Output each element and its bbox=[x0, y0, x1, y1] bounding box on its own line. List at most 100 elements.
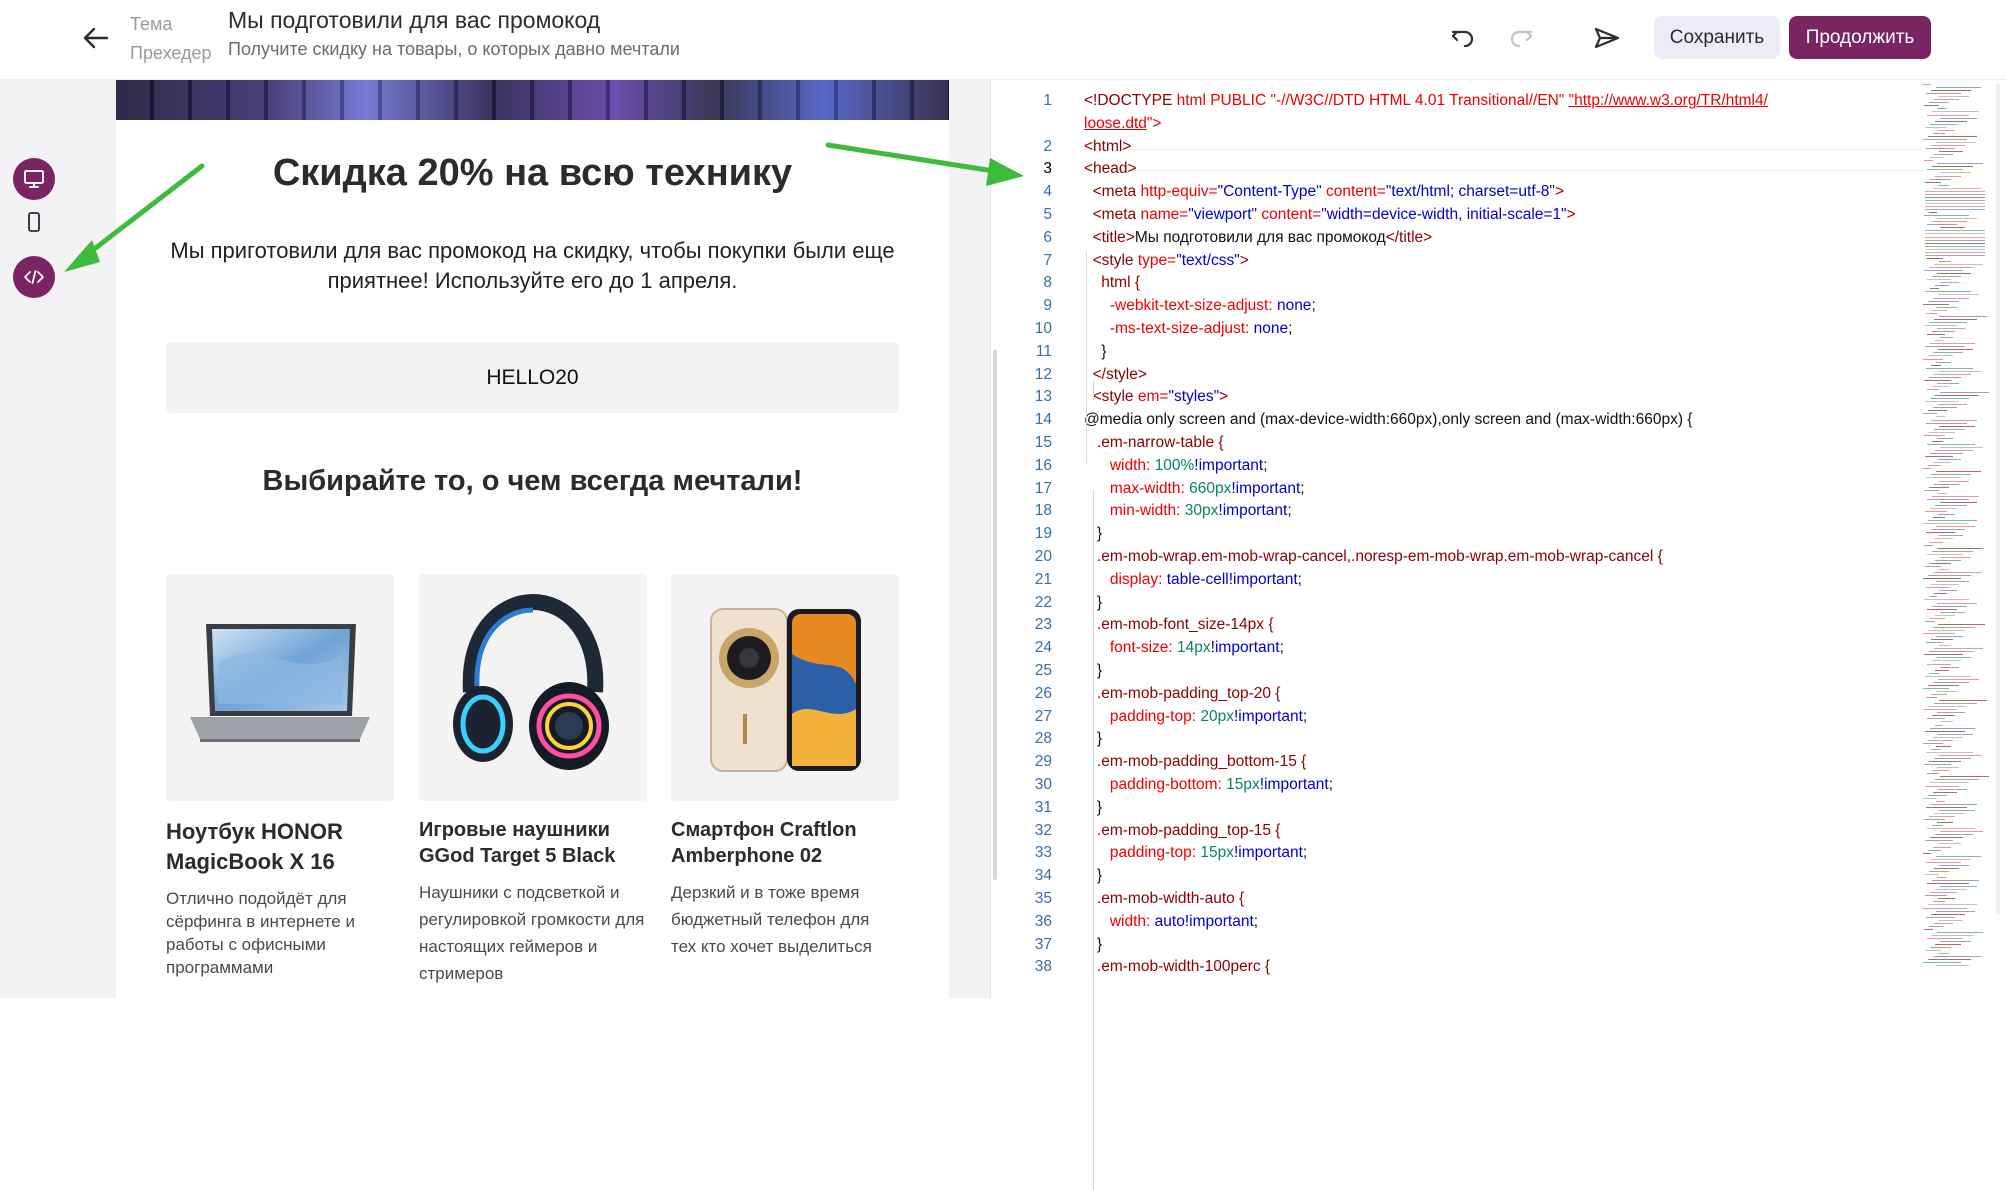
code-line[interactable]: width: auto!important; bbox=[1084, 913, 1258, 931]
code-minimap[interactable] bbox=[1923, 80, 1993, 970]
minimap-line bbox=[1930, 507, 1957, 509]
minimap-line bbox=[1934, 758, 1971, 760]
code-line[interactable]: -ms-text-size-adjust: none; bbox=[1084, 320, 1293, 338]
continue-button[interactable]: Продолжить bbox=[1789, 16, 1931, 59]
back-arrow-icon[interactable] bbox=[78, 20, 114, 56]
code-line[interactable]: } bbox=[1084, 343, 1106, 361]
smartphone-image bbox=[671, 574, 899, 801]
mobile-icon bbox=[28, 212, 40, 232]
minimap-line bbox=[1938, 459, 1961, 461]
minimap-line bbox=[1932, 495, 1979, 497]
code-line[interactable]: display: table-cell!important; bbox=[1084, 571, 1302, 589]
code-line[interactable]: loose.dtd"> bbox=[1084, 115, 1161, 133]
desktop-view-button[interactable] bbox=[13, 158, 55, 200]
minimap-line bbox=[1937, 437, 1953, 439]
html-code-editor[interactable]: 1 <!DOCTYPE html PUBLIC "-//W3C//DTD HTML… bbox=[1000, 80, 1920, 1190]
redo-icon[interactable] bbox=[1500, 20, 1540, 56]
panel-divider[interactable] bbox=[990, 80, 991, 998]
minimap-line bbox=[1936, 800, 1945, 802]
minimap-line bbox=[1932, 880, 1979, 882]
minimap-line bbox=[1925, 291, 1971, 293]
line-number: 5 bbox=[1043, 206, 1052, 223]
code-line[interactable]: .em-mob-width-auto { bbox=[1084, 890, 1244, 908]
minimap-line bbox=[1923, 523, 1967, 525]
code-line[interactable]: min-width: 30px!important; bbox=[1084, 502, 1292, 520]
line-number: 20 bbox=[1034, 548, 1052, 565]
minimap-line bbox=[1937, 273, 1971, 275]
line-number: 31 bbox=[1034, 798, 1052, 816]
minimap-line bbox=[1939, 755, 1981, 756]
line-number: 26 bbox=[1034, 684, 1052, 702]
minimap-line bbox=[1928, 465, 1941, 467]
minimap-line bbox=[1928, 629, 1965, 631]
code-view-button[interactable] bbox=[13, 256, 55, 298]
code-line[interactable]: padding-top: 20px!important; bbox=[1084, 708, 1307, 726]
editor-scrollbar[interactable] bbox=[1996, 84, 2000, 914]
minimap-line bbox=[1926, 477, 1961, 479]
code-line[interactable]: <style em="styles"> bbox=[1084, 388, 1229, 406]
code-line[interactable]: .em-mob-width-100perc { bbox=[1084, 958, 1270, 976]
minimap-line bbox=[1932, 715, 1955, 717]
minimap-line bbox=[1927, 553, 1963, 555]
minimap-line bbox=[1932, 934, 1973, 936]
code-line[interactable]: padding-bottom: 15px!important; bbox=[1084, 776, 1333, 794]
minimap-line bbox=[1927, 279, 1951, 281]
minimap-line bbox=[1937, 657, 1971, 659]
minimap-line bbox=[1935, 120, 1967, 122]
minimap-line bbox=[1936, 965, 1969, 967]
code-line[interactable]: <style type="text/css"> bbox=[1084, 252, 1249, 270]
code-line[interactable]: .em-narrow-table { bbox=[1084, 434, 1224, 452]
line-number: 34 bbox=[1034, 867, 1052, 885]
code-line[interactable]: @media only screen and (max-device-width… bbox=[1084, 411, 1692, 429]
minimap-line bbox=[1931, 90, 1971, 92]
code-line[interactable]: .em-mob-padding_top-15 { bbox=[1084, 822, 1281, 840]
minimap-line bbox=[1924, 654, 1963, 656]
code-line[interactable]: font-size: 14px!important; bbox=[1084, 639, 1284, 657]
minimap-line bbox=[1923, 468, 1931, 470]
minimap-line bbox=[1933, 407, 1957, 409]
code-line[interactable]: <meta name="viewport" content="width=dev… bbox=[1084, 206, 1576, 224]
code-line[interactable]: .em-mob-padding_top-20 { bbox=[1084, 685, 1281, 703]
code-line[interactable]: padding-top: 15px!important; bbox=[1084, 844, 1307, 862]
minimap-line bbox=[1929, 541, 1943, 543]
preview-scrollbar[interactable] bbox=[993, 350, 997, 880]
save-button[interactable]: Сохранить bbox=[1654, 16, 1780, 59]
line-number: 24 bbox=[1034, 639, 1052, 657]
minimap-line bbox=[1927, 773, 1939, 775]
subject-value[interactable]: Мы подготовили для вас промокод bbox=[228, 6, 680, 35]
minimap-line bbox=[1925, 239, 1985, 241]
mobile-view-button[interactable] bbox=[13, 201, 55, 243]
minimap-line bbox=[1939, 260, 1951, 262]
minimap-line bbox=[1934, 922, 1953, 924]
minimap-line bbox=[1923, 303, 1949, 305]
minimap-line bbox=[1925, 251, 1985, 253]
code-icon bbox=[24, 270, 44, 284]
minimap-line bbox=[1923, 578, 1961, 580]
code-line[interactable]: <meta http-equiv="Content-Type" content=… bbox=[1084, 183, 1564, 201]
minimap-line bbox=[1930, 617, 1945, 619]
line-number: 6 bbox=[1043, 228, 1052, 246]
minimap-line bbox=[1935, 285, 1949, 287]
code-line[interactable]: <title>Мы подготовили для вас промокод</… bbox=[1084, 229, 1433, 247]
code-line[interactable]: <html> bbox=[1084, 138, 1131, 156]
code-line[interactable]: .em-mob-font_size-14px { bbox=[1084, 616, 1274, 634]
code-line[interactable]: .em-mob-padding_bottom-15 { bbox=[1084, 753, 1306, 771]
send-test-icon[interactable] bbox=[1587, 20, 1627, 56]
code-line[interactable]: width: 100%!important; bbox=[1084, 457, 1268, 475]
undo-icon[interactable] bbox=[1444, 20, 1484, 56]
minimap-line bbox=[1929, 651, 1973, 653]
minimap-line bbox=[1933, 187, 1981, 189]
code-line[interactable]: <head> bbox=[1084, 160, 1137, 178]
code-line[interactable]: -webkit-text-size-adjust: none; bbox=[1084, 297, 1316, 315]
code-line[interactable]: <!DOCTYPE html PUBLIC "-//W3C//DTD HTML … bbox=[1084, 92, 1768, 110]
line-number: 27 bbox=[1034, 707, 1052, 725]
code-line[interactable]: max-width: 660px!important; bbox=[1084, 480, 1305, 498]
minimap-line bbox=[1925, 840, 1953, 842]
code-line[interactable]: html { bbox=[1084, 274, 1140, 292]
preheader-value[interactable]: Получите скидку на товары, о которых дав… bbox=[228, 35, 680, 64]
code-line[interactable]: .em-mob-wrap.em-mob-wrap-cancel,.noresp-… bbox=[1084, 548, 1663, 566]
line-number: 14 bbox=[1034, 411, 1052, 429]
minimap-line bbox=[1934, 648, 1983, 650]
minimap-line bbox=[1925, 511, 1947, 512]
minimap-line bbox=[1923, 413, 1937, 415]
